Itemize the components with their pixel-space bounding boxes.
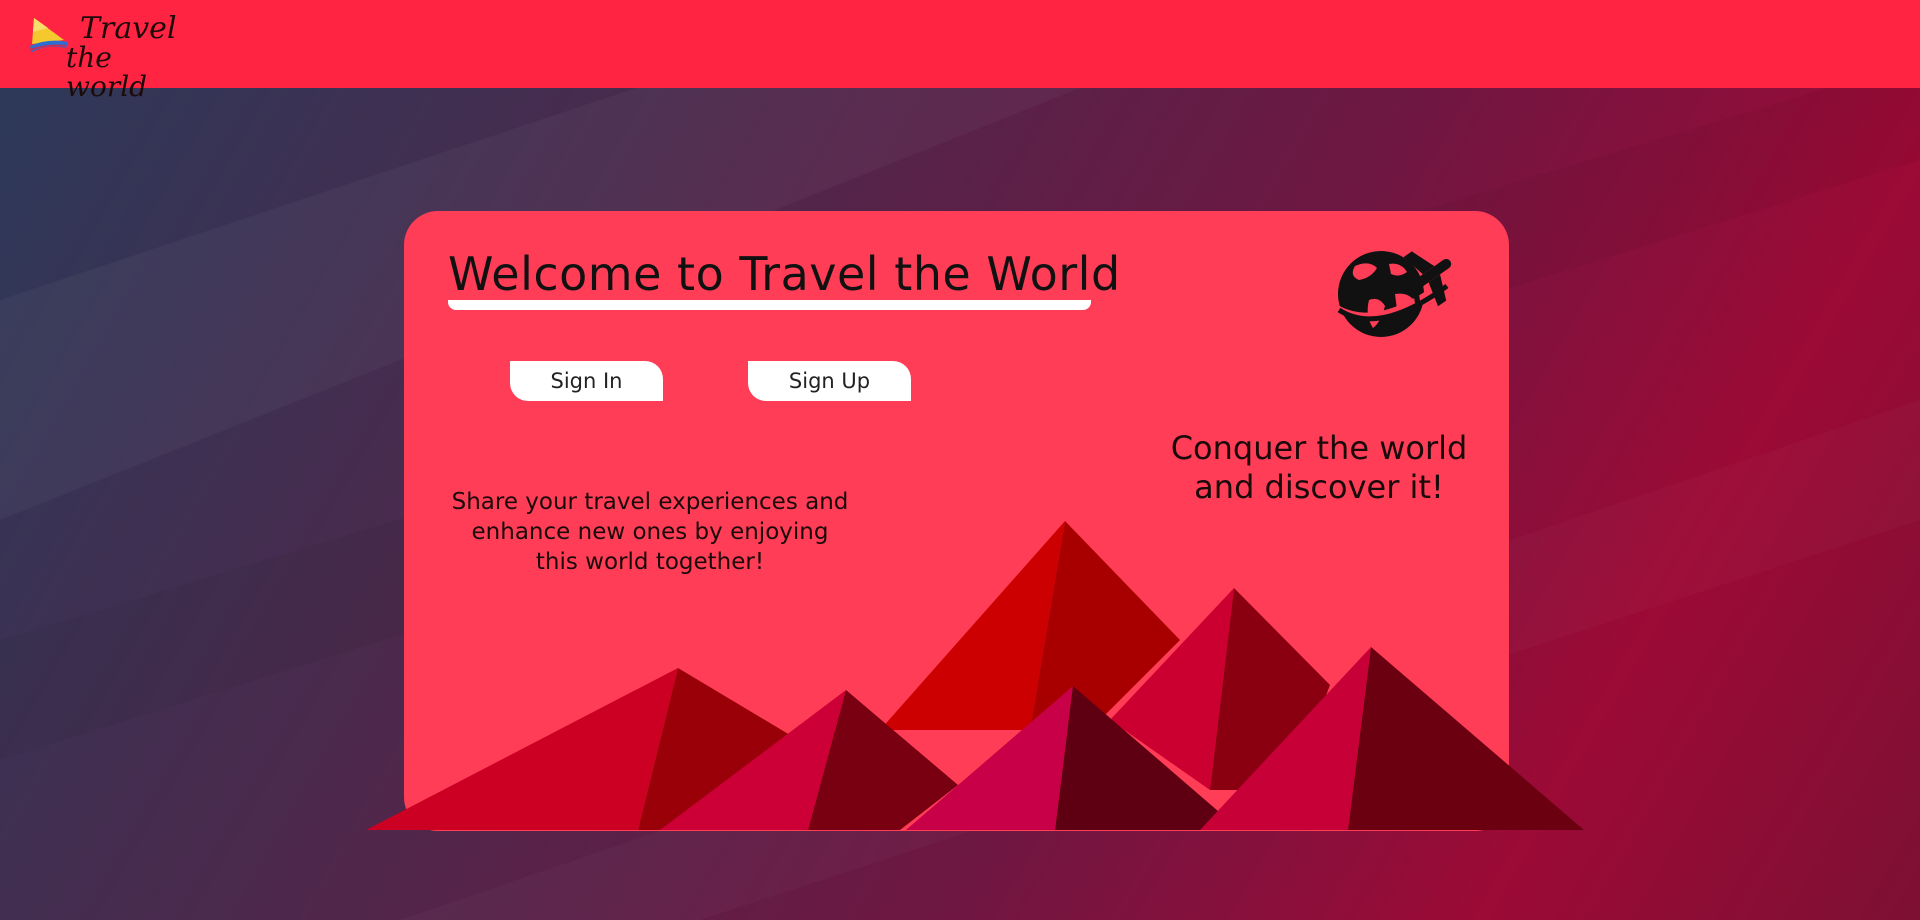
- sign-in-button[interactable]: Sign In: [510, 361, 663, 401]
- page-title: Welcome to Travel the World: [448, 247, 1121, 301]
- logo-text-line1: Travel: [80, 11, 177, 46]
- tagline-share: Share your travel experiences and enhanc…: [451, 489, 849, 575]
- top-bar: Travel the world: [0, 0, 1920, 101]
- globe-airplane-icon: [1335, 251, 1452, 337]
- sail-boat-icon: [29, 18, 68, 52]
- tagline-conquer: Conquer the world and discover it!: [1170, 429, 1468, 506]
- logo-text-line2: the world: [66, 41, 148, 103]
- welcome-card: Welcome to Travel the World Sign In Sign…: [404, 211, 1509, 831]
- title-underline: [448, 300, 1091, 310]
- logo[interactable]: Travel the world: [28, 10, 177, 101]
- sign-up-button[interactable]: Sign Up: [748, 361, 911, 401]
